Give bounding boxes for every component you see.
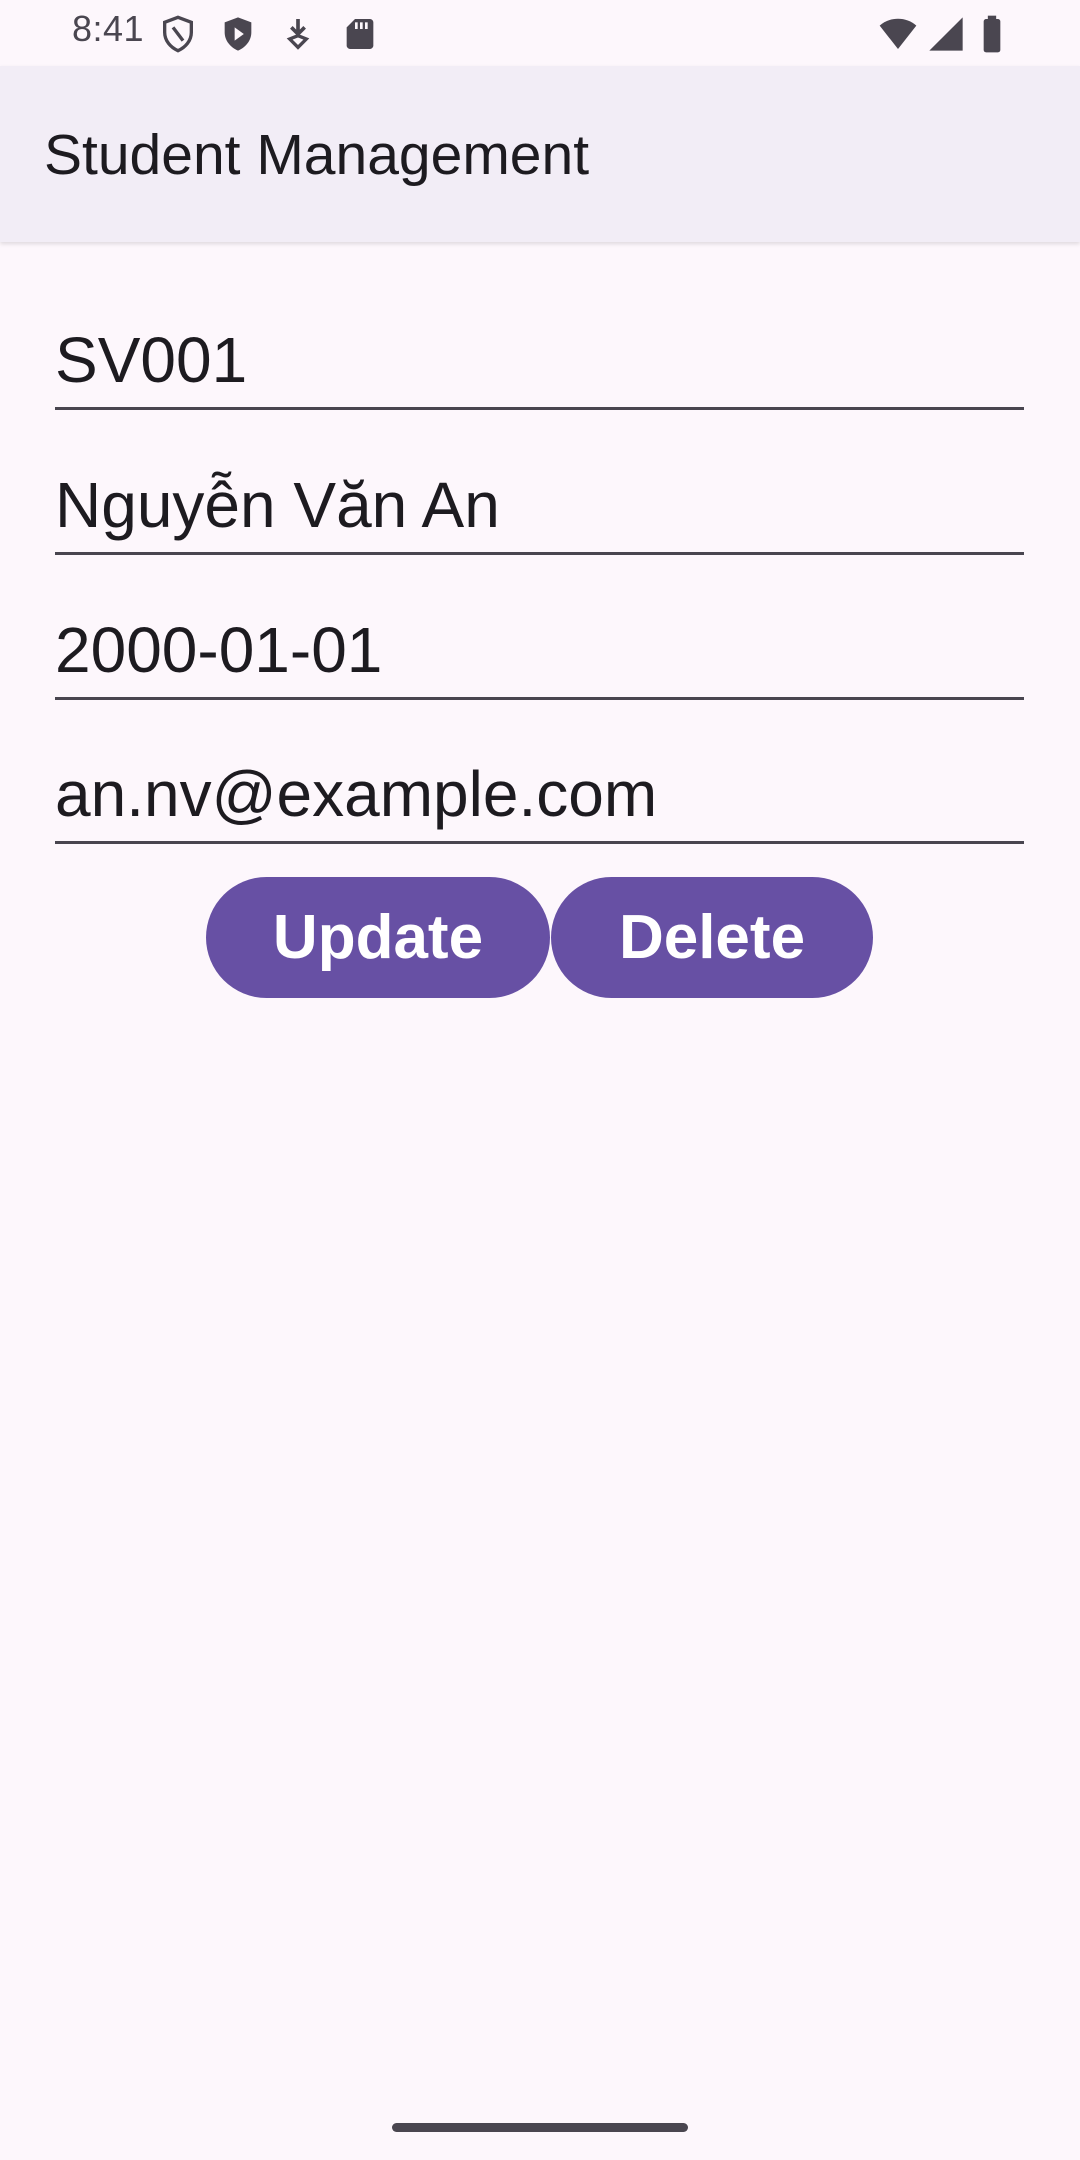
cellular-signal-icon — [929, 17, 963, 51]
app-title: Student Management — [44, 123, 590, 187]
status-bar: 8:41 — [0, 0, 1080, 66]
sd-card-icon — [346, 19, 374, 49]
birth-date-field[interactable] — [55, 600, 1024, 700]
email-input[interactable] — [55, 757, 1024, 831]
update-button[interactable]: Update — [206, 877, 550, 998]
student-id-field[interactable] — [55, 310, 1024, 410]
shield-outline-icon — [163, 15, 193, 53]
battery-icon — [983, 15, 1001, 53]
email-field[interactable] — [55, 744, 1024, 844]
birth-date-input[interactable] — [55, 613, 1024, 687]
wifi-icon — [879, 18, 917, 49]
gesture-nav-handle[interactable] — [392, 2123, 688, 2132]
delete-button[interactable]: Delete — [551, 877, 873, 998]
app-bar: Student Management — [0, 66, 1080, 242]
status-time: 8:41 — [72, 8, 145, 49]
name-field[interactable] — [55, 455, 1024, 555]
download-icon — [286, 19, 310, 50]
shield-play-icon — [224, 17, 252, 51]
student-id-input[interactable] — [55, 323, 1024, 397]
name-input[interactable] — [55, 468, 1024, 542]
screen: 8:41 Student Management SV001 Nguyễn Văn… — [0, 0, 1080, 2160]
